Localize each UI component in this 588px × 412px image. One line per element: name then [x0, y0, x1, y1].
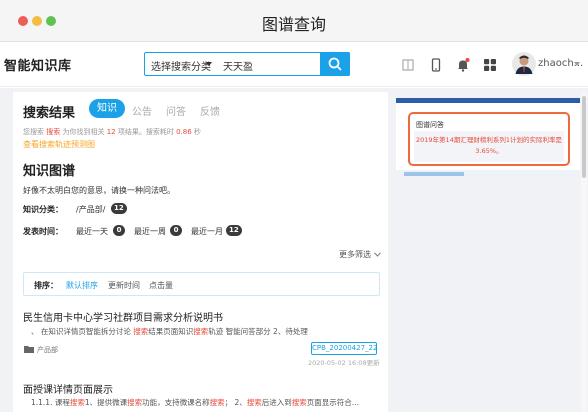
sort-label: 排序：: [34, 281, 58, 290]
time-day-badge: 0: [113, 225, 125, 236]
window-title: 图谱查询: [261, 15, 326, 34]
chevron-down-icon[interactable]: [574, 62, 580, 66]
panel-top-bar: [396, 98, 580, 103]
scrollbar-thumb[interactable]: [582, 96, 586, 178]
avatar[interactable]: [512, 52, 536, 76]
graph-qa-panel: 图谱问答 2019年第14期汇理财榜利系列1计划的实际利率是 3.65%。: [396, 98, 580, 178]
time-filter-label: 发表时间：: [23, 227, 63, 236]
qa-answer-line-2: 3.65%。: [475, 147, 503, 155]
chevron-down-icon: [373, 252, 381, 257]
knowledge-graph-message: 好像不太明白您的意思，请换一种问法吧。: [23, 186, 175, 195]
search-track-link[interactable]: 查看搜索轨迹预测图: [23, 139, 95, 150]
search-button[interactable]: [320, 52, 350, 76]
grid-apps-icon[interactable]: [482, 57, 498, 73]
result-folder[interactable]: 产品部: [37, 345, 58, 355]
tab-announcement[interactable]: 公告: [132, 103, 152, 118]
search-results-panel: 搜索结果 知识 公告 问答 反馈 您搜索 搜索 为你找到相关 12 项结果。搜索…: [13, 92, 388, 412]
bell-icon[interactable]: [455, 57, 471, 73]
category-filter-value[interactable]: /产品部/: [76, 204, 105, 215]
result-date: 2020-05-02 16:08更新: [308, 359, 380, 367]
time-filter-week[interactable]: 最近一周: [134, 226, 166, 237]
search-category-select[interactable]: 选择搜索分类: [151, 58, 211, 73]
app-logo[interactable]: 智能知识库: [4, 55, 72, 74]
sort-update-time[interactable]: 更新时间: [108, 280, 140, 291]
result-snippet: 、 在知识详情页智能拆分讨论 搜索结果页面知识搜索轨迹 智能问答部分 2、待处理: [31, 327, 308, 336]
time-week-badge: 0: [170, 225, 182, 236]
qa-answer-area: 2019年第14期汇理财榜利系列1计划的实际利率是 3.65%。: [414, 131, 564, 162]
results-title: 搜索结果: [23, 106, 76, 121]
qa-answer-box: 图谱问答 2019年第14期汇理财榜利系列1计划的实际利率是 3.65%。: [408, 112, 570, 166]
tab-knowledge[interactable]: 知识: [89, 99, 125, 118]
app-header: 智能知识库 选择搜索分类 天天盈 zhaoch...: [0, 43, 588, 87]
result-title[interactable]: 面授课详情页面展示: [23, 381, 113, 396]
time-month-badge: 12: [226, 225, 242, 236]
search-bar[interactable]: 选择搜索分类 天天盈: [144, 52, 350, 76]
qa-title: 图谱问答: [416, 121, 444, 129]
panel-bottom-strip: [396, 170, 580, 178]
qa-answer-line-1: 2019年第14期汇理财榜利系列1计划的实际利率是: [416, 136, 562, 144]
search-icon: [328, 57, 342, 71]
result-snippet: 1.1.1. 课程搜索1、提供微课搜索功能，支持微课名称搜索； 2、搜索后进入到…: [31, 398, 359, 407]
folder-icon: [24, 346, 34, 353]
time-filter-month[interactable]: 最近一月: [191, 226, 223, 237]
search-input[interactable]: 天天盈: [223, 58, 253, 73]
result-title[interactable]: 民生信用卡中心学习社群项目需求分析说明书: [23, 309, 223, 324]
book-icon[interactable]: [400, 57, 416, 73]
category-filter-label: 知识分类：: [23, 205, 63, 214]
category-count-badge: 12: [111, 203, 127, 214]
tab-feedback[interactable]: 反馈: [200, 103, 220, 118]
mobile-icon[interactable]: [428, 57, 444, 73]
time-filter-day[interactable]: 最近一天: [76, 226, 108, 237]
sort-default[interactable]: 默认排序: [66, 280, 98, 291]
sort-bar: 排序： 默认排序 更新时间 点击量: [23, 272, 380, 296]
sort-clicks[interactable]: 点击量: [149, 280, 173, 291]
more-filter-button[interactable]: 更多筛选: [339, 249, 381, 260]
result-code-tag[interactable]: CPB_20200427_22: [311, 342, 377, 355]
tab-qa[interactable]: 问答: [166, 103, 186, 118]
panel-bottom-bar: [404, 172, 464, 176]
knowledge-graph-title: 知识图谱: [23, 164, 76, 179]
chevron-down-icon[interactable]: [206, 62, 212, 66]
window-titlebar: 图谱查询: [0, 0, 588, 42]
results-summary: 您搜索 搜索 为你找到相关 12 项结果。搜索耗时 0.86 秒: [23, 128, 201, 136]
